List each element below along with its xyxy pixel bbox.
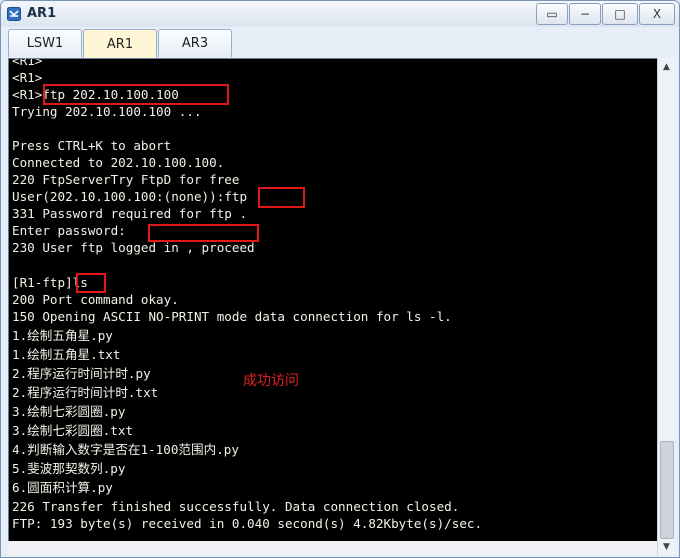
router-app-icon xyxy=(7,7,21,21)
terminal-line: 2.程序运行时间计时.txt xyxy=(12,385,159,400)
highlight-password xyxy=(148,224,259,242)
restore-icon: ▭ xyxy=(546,7,558,21)
terminal-line: 1.绘制五角星.py xyxy=(12,328,113,343)
close-button[interactable]: X xyxy=(639,3,675,25)
terminal-line: <R1> xyxy=(12,70,43,85)
terminal-line: Trying 202.10.100.100 ... xyxy=(12,104,202,119)
chevron-down-icon: ▼ xyxy=(663,541,670,552)
title-bar[interactable]: AR1 ▭ − □ X xyxy=(1,1,679,27)
terminal-line: 230 User ftp logged in , proceed xyxy=(12,240,255,255)
terminal-line: 226 Transfer finished successfully. Data… xyxy=(12,499,460,514)
tab-ar1[interactable]: AR1 xyxy=(83,29,157,59)
terminal-line: 2.程序运行时间计时.py xyxy=(12,366,151,381)
terminal-output[interactable]: <R1> <R1> <R1>ftp 202.10.100.100 Trying … xyxy=(8,58,658,542)
terminal-line: 4.判断输入数字是否在1-100范围内.py xyxy=(12,442,239,457)
restore-button[interactable]: ▭ xyxy=(536,3,568,25)
terminal-line: 331 Password required for ftp . xyxy=(12,206,248,221)
scroll-down-button[interactable]: ▼ xyxy=(658,538,675,555)
highlight-ls-command xyxy=(76,273,106,293)
terminal-line: 150 Opening ASCII NO-PRINT mode data con… xyxy=(12,309,452,324)
terminal-line: <R1> xyxy=(12,58,43,68)
terminal-line: 6.圆面积计算.py xyxy=(12,480,113,495)
maximize-icon: □ xyxy=(614,7,626,21)
terminal-window: AR1 ▭ − □ X LSW1 AR1 AR3 <R1> <R1> <R1>f… xyxy=(0,0,680,558)
minimize-button[interactable]: − xyxy=(569,3,601,25)
terminal-line: FTP: 193 byte(s) received in 0.040 secon… xyxy=(12,516,483,531)
terminal-line: 220 FtpServerTry FtpD for free xyxy=(12,172,240,187)
minimize-icon: − xyxy=(579,7,591,21)
vertical-scrollbar[interactable]: ▲ ▼ xyxy=(657,58,675,556)
terminal-line: User(202.10.100.100:(none)):ftp xyxy=(12,189,248,204)
window-title: AR1 xyxy=(27,6,57,21)
close-icon: X xyxy=(652,7,662,21)
tab-ar3[interactable]: AR3 xyxy=(158,29,232,57)
terminal-line: Press CTRL+K to abort xyxy=(12,138,172,153)
terminal-line: 3.绘制七彩圆圈.txt xyxy=(12,423,134,438)
highlight-ftp-command xyxy=(43,84,229,105)
terminal-line: 200 Port command okay. xyxy=(12,292,179,307)
maximize-button[interactable]: □ xyxy=(602,3,638,25)
scroll-up-button[interactable]: ▲ xyxy=(658,58,675,75)
terminal-line: Enter password: xyxy=(12,223,126,238)
chevron-up-icon: ▲ xyxy=(663,61,670,72)
highlight-username xyxy=(258,187,305,208)
terminal-line: Connected to 202.10.100.100. xyxy=(12,155,225,170)
tab-lsw1[interactable]: LSW1 xyxy=(8,29,82,57)
success-annotation: 成功访问 xyxy=(243,373,299,389)
terminal-line: 3.绘制七彩圆圈.py xyxy=(12,404,126,419)
terminal-line: 1.绘制五角星.txt xyxy=(12,347,121,362)
terminal-line: 5.斐波那契数列.py xyxy=(12,461,126,476)
scrollbar-thumb[interactable] xyxy=(660,441,674,539)
horizontal-scrollbar[interactable] xyxy=(8,541,657,556)
